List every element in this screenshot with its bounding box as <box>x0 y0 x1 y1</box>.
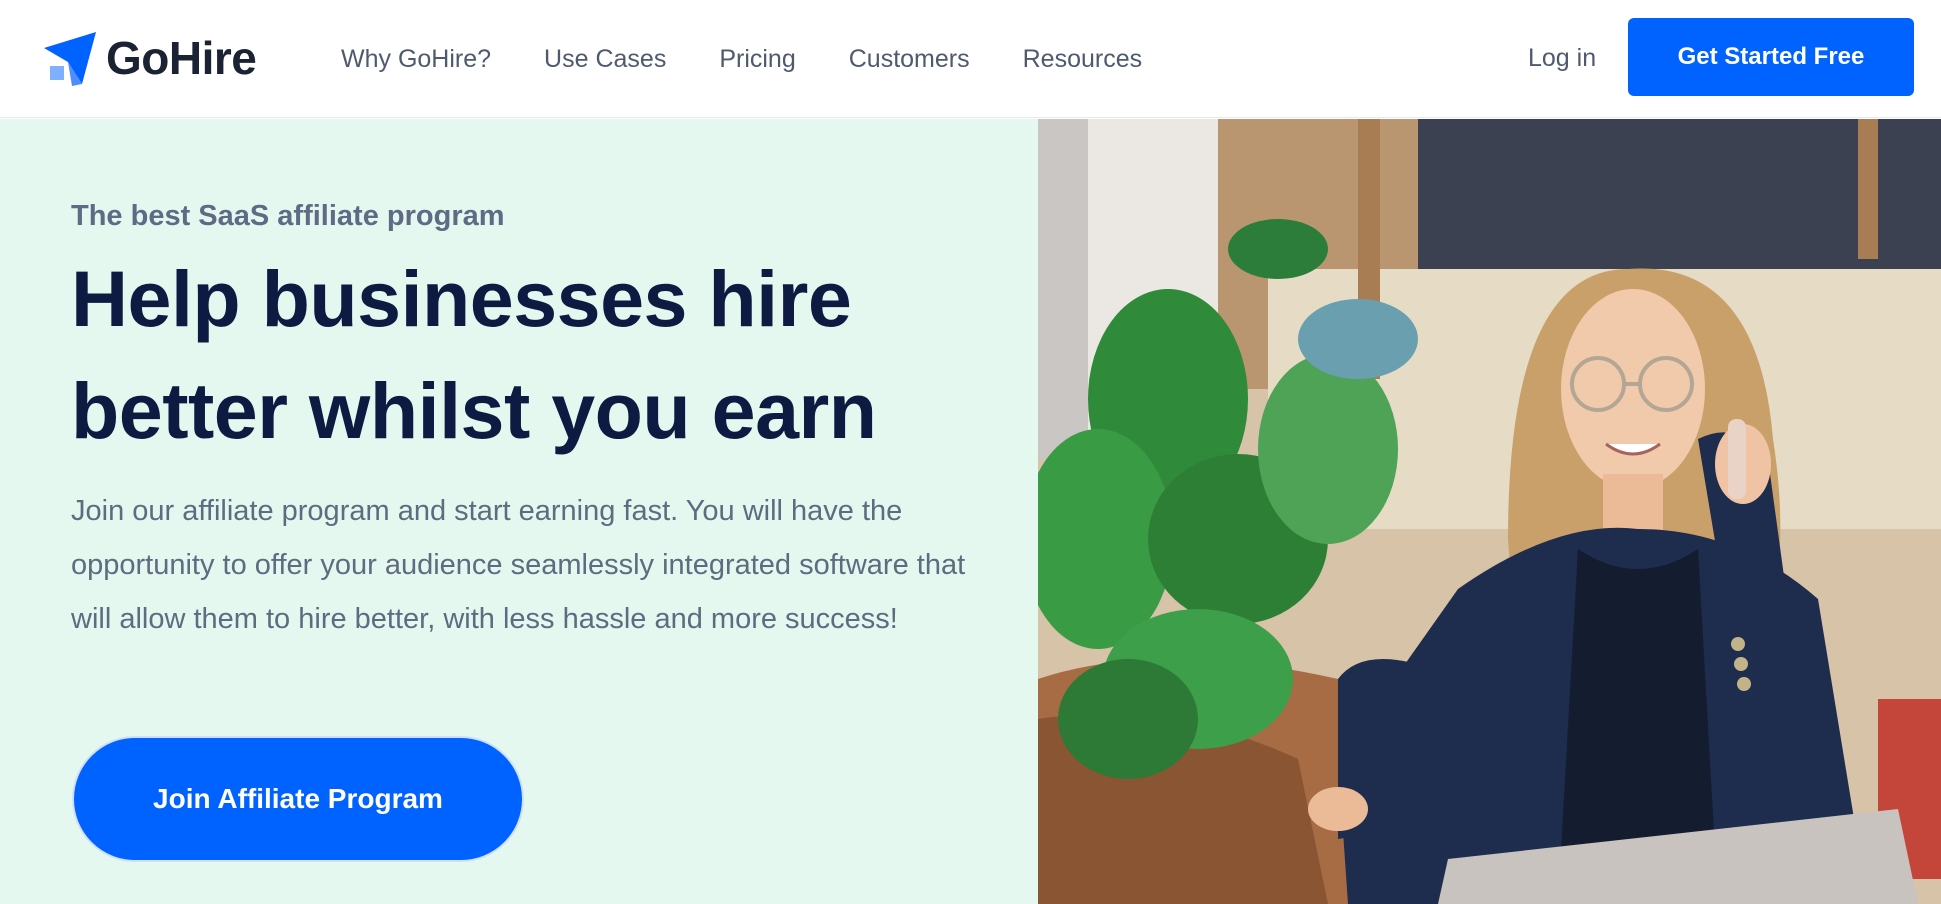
hero-headline-line-1: Help businesses hire <box>71 254 852 343</box>
hero-headline-line-2: better whilst you earn <box>71 366 877 455</box>
hero-description: Join our affiliate program and start ear… <box>71 495 966 635</box>
login-link[interactable]: Log in <box>1528 44 1596 73</box>
main-nav: Why GoHire? Use Cases Pricing Customers … <box>341 0 1195 118</box>
nav-pricing[interactable]: Pricing <box>719 45 795 74</box>
nav-customers[interactable]: Customers <box>849 45 970 74</box>
gohire-logo[interactable]: GoHire <box>42 30 257 86</box>
hero-eyebrow: The best SaaS affiliate program <box>71 200 505 232</box>
join-affiliate-button[interactable]: Join Affiliate Program <box>72 736 524 862</box>
nav-why-gohire[interactable]: Why GoHire? <box>341 45 491 74</box>
nav-resources[interactable]: Resources <box>1023 45 1143 74</box>
hero-headline: Help businesses hire better whilst you e… <box>71 243 971 467</box>
brand-name: GoHire <box>106 32 257 84</box>
paper-plane-icon <box>42 30 98 86</box>
site-header: GoHire Why GoHire? Use Cases Pricing Cus… <box>0 0 1941 118</box>
get-started-button[interactable]: Get Started Free <box>1628 18 1914 96</box>
nav-use-cases[interactable]: Use Cases <box>544 45 666 74</box>
hero-photo <box>1038 119 1941 904</box>
